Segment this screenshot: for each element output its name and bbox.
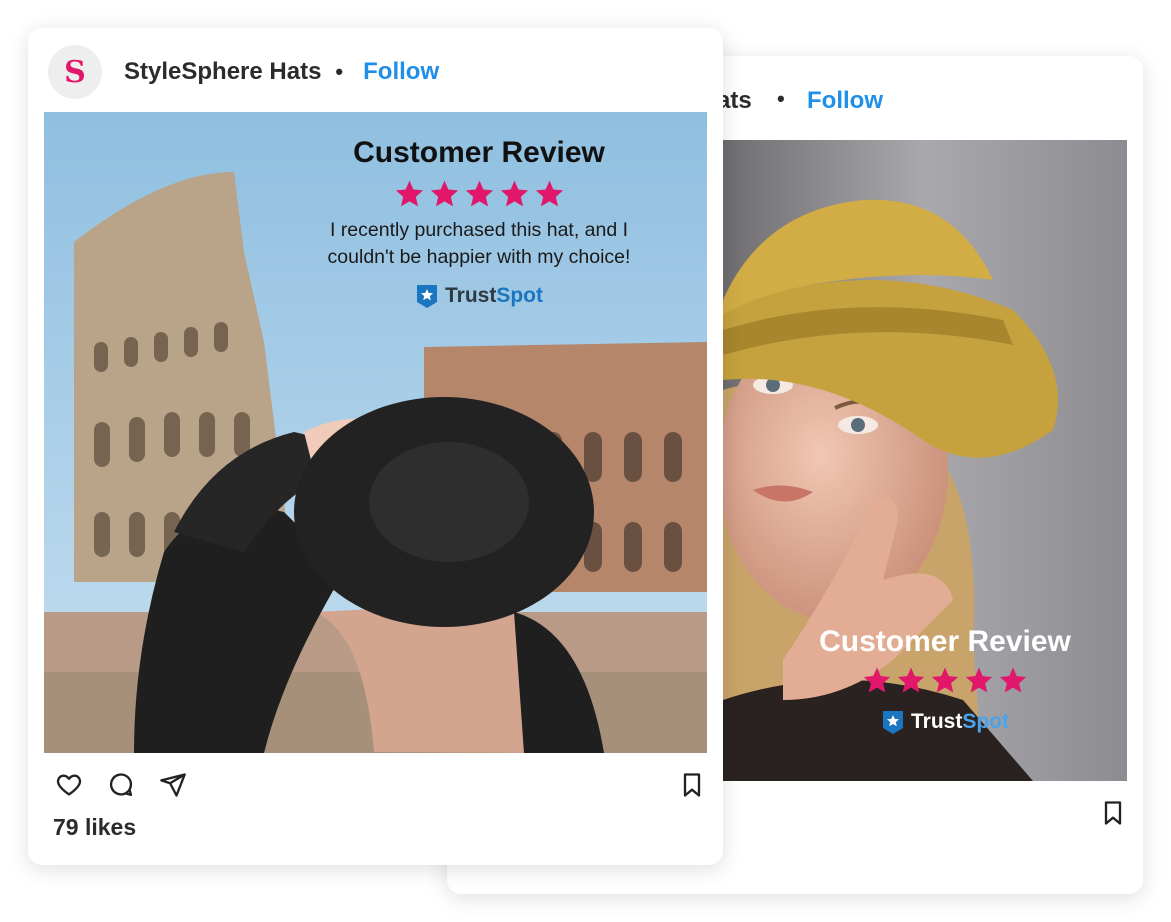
front-review-overlay: Customer Review I recently purchased thi…	[284, 136, 674, 309]
back-review-stars	[763, 665, 1127, 695]
back-trust-word-2: Spot	[962, 710, 1009, 733]
trust-word-2: Spot	[496, 284, 543, 307]
likes-count: 79 likes	[53, 814, 137, 840]
back-separator-dot: •	[777, 86, 785, 111]
back-review-overlay: Customer Review Trust Spot	[723, 625, 1127, 735]
bookmark-icon[interactable]	[678, 771, 706, 799]
review-title: Customer Review	[353, 136, 605, 169]
heart-icon[interactable]	[55, 771, 83, 799]
review-quote: I recently purchased this hat, and I cou…	[284, 217, 674, 271]
star-icon	[535, 180, 563, 207]
star-icon	[897, 667, 925, 693]
star-icon	[465, 180, 493, 207]
star-icon	[931, 667, 959, 693]
post-actions	[55, 771, 187, 799]
back-bookmark-icon[interactable]	[1099, 799, 1127, 827]
comment-icon[interactable]	[107, 771, 135, 799]
share-icon[interactable]	[159, 771, 187, 799]
review-stars	[284, 178, 674, 209]
review-quote-line-1: I recently purchased this hat, and I	[329, 219, 629, 241]
star-icon	[430, 180, 458, 207]
back-follow-button[interactable]: Follow	[807, 87, 883, 115]
front-post-card: S StyleSphere Hats • Follow Customer Rev…	[28, 28, 723, 865]
back-trust-word-1: Trust	[911, 710, 963, 733]
back-trustspot-logo: Trust Spot	[763, 709, 1127, 735]
star-icon	[999, 667, 1027, 693]
trust-word-1: Trust	[445, 284, 497, 307]
star-icon	[395, 180, 423, 207]
front-post-image[interactable]: Customer Review I recently purchased thi…	[44, 112, 707, 753]
separator-dot: •	[335, 59, 344, 84]
trustspot-logo: Trust Spot	[284, 283, 674, 309]
follow-button[interactable]: Follow	[363, 58, 439, 86]
star-icon	[500, 180, 528, 207]
star-icon	[965, 667, 993, 693]
avatar[interactable]: S	[48, 45, 102, 99]
back-review-title: Customer Review	[819, 625, 1071, 658]
trustspot-badge-icon	[883, 711, 903, 734]
star-icon	[863, 667, 891, 693]
account-name[interactable]: StyleSphere Hats	[124, 58, 321, 86]
post-header: S StyleSphere Hats • Follow	[48, 44, 439, 100]
trustspot-badge-icon	[417, 285, 437, 308]
review-quote-line-2: couldn't be happier with my choice!	[327, 246, 631, 268]
back-post-image[interactable]: Customer Review Trust Spot	[723, 140, 1127, 781]
